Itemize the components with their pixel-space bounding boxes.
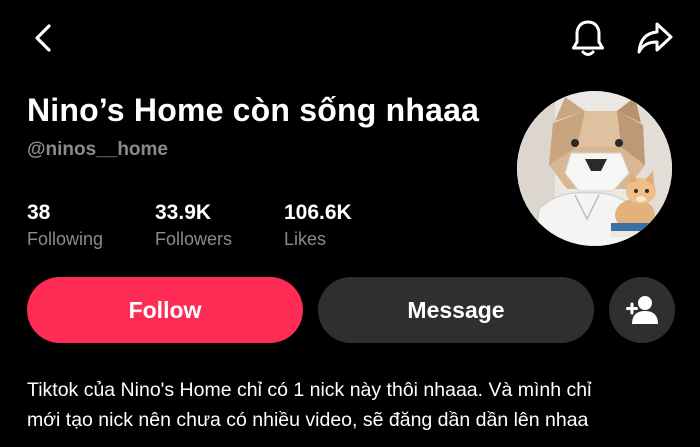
- chevron-left-icon: [35, 24, 51, 52]
- add-friend-button[interactable]: [609, 277, 675, 343]
- likes-count: 106.6K: [284, 201, 352, 224]
- bio-line: Tiktok của Nino's Home chỉ có 1 nick này…: [27, 379, 592, 401]
- notification-button[interactable]: [566, 16, 610, 60]
- stat-likes[interactable]: 106.6K Likes: [284, 201, 352, 250]
- followers-count: 33.9K: [155, 201, 212, 224]
- profile-username: @ninos__home: [27, 139, 168, 160]
- follow-button[interactable]: Follow: [27, 277, 303, 343]
- following-count: 38: [27, 201, 51, 224]
- share-arrow-icon: [637, 22, 673, 54]
- back-button[interactable]: [26, 18, 60, 58]
- stat-followers[interactable]: 33.9K Followers: [155, 201, 232, 250]
- avatar[interactable]: [517, 91, 672, 246]
- followers-label: Followers: [155, 229, 233, 249]
- profile-display-name: Nino’s Home còn sống nhaaa: [27, 92, 480, 128]
- message-button[interactable]: Message: [318, 277, 594, 343]
- profile-screen: Nino’s Home còn sống nhaaa @ninos__home …: [0, 0, 700, 447]
- following-label: Following: [27, 229, 104, 249]
- avatar-image: [517, 91, 672, 246]
- bell-icon: [572, 20, 604, 56]
- person-plus-icon: [626, 296, 658, 324]
- likes-label: Likes: [284, 229, 327, 249]
- stat-following[interactable]: 38 Following: [27, 201, 103, 250]
- profile-bio: Tiktok của Nino's Home chỉ có 1 nick này…: [27, 375, 687, 435]
- share-button[interactable]: [632, 16, 678, 60]
- bio-line: mới tạo nick nên chưa có nhiều video, sẽ…: [27, 409, 589, 431]
